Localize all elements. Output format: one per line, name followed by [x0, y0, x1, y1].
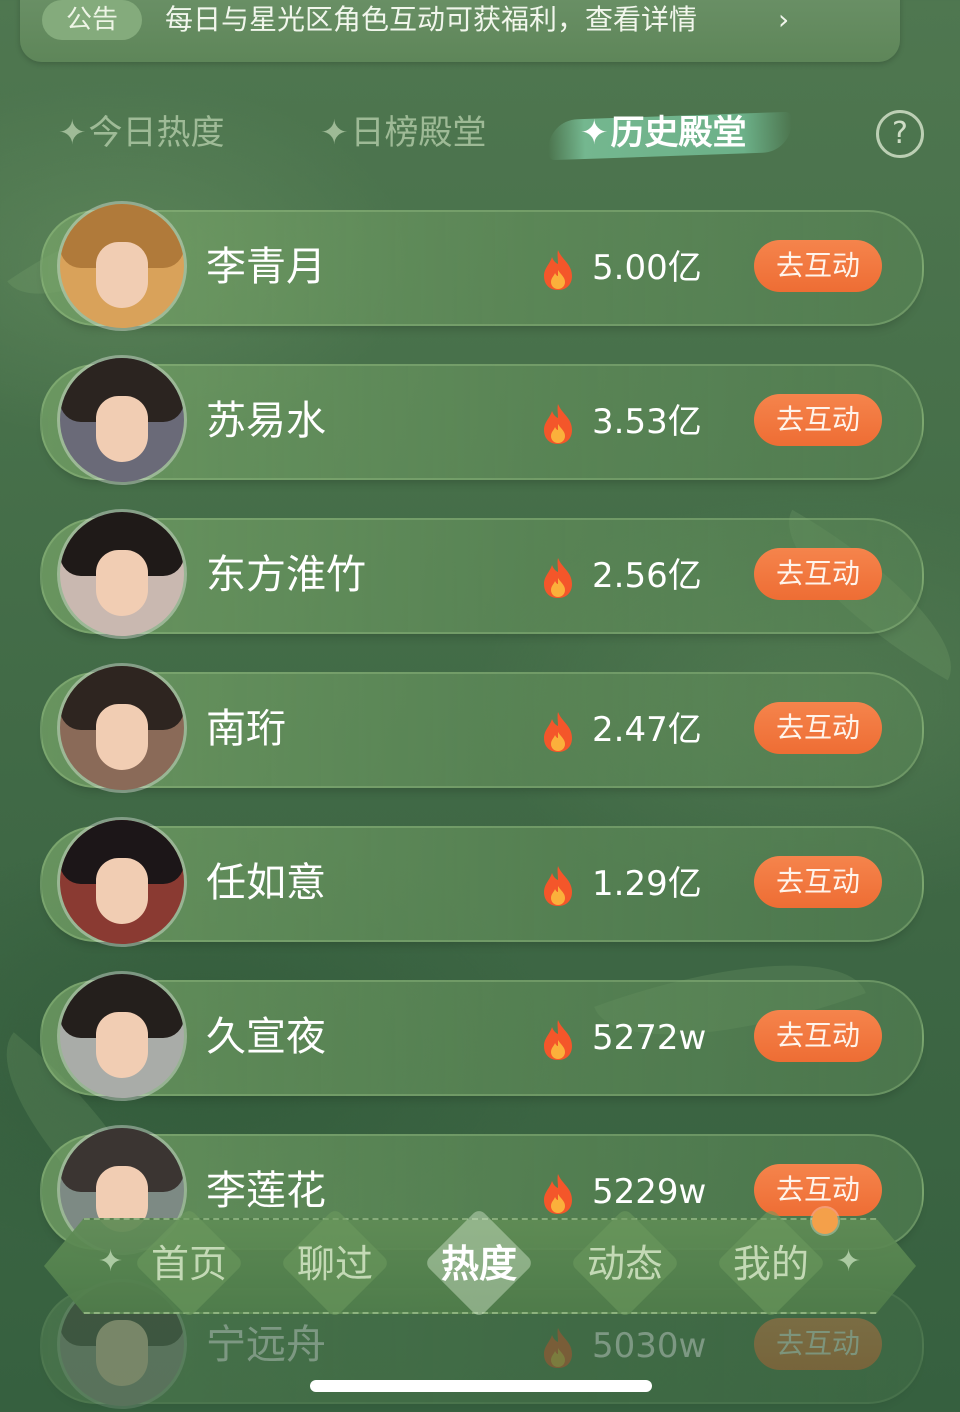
nav-home[interactable]: 首页 [124, 1207, 254, 1319]
character-name: 南珩 [206, 706, 286, 752]
sparkle-icon: ✦ [580, 113, 609, 153]
character-name: 李莲花 [206, 1168, 326, 1214]
heat-score: 2.56亿 [592, 556, 702, 596]
character-name: 东方淮竹 [206, 552, 366, 598]
tab-daily-hall[interactable]: ✦日榜殿堂 [320, 108, 487, 158]
avatar[interactable] [60, 358, 184, 482]
character-name: 宁远舟 [206, 1322, 326, 1368]
rank-row[interactable]: 苏易水 3.53亿 去互动 [40, 358, 924, 482]
heat-score: 3.53亿 [592, 402, 702, 442]
notification-dot [812, 1208, 838, 1234]
heat-score: 5229w [592, 1172, 707, 1212]
sparkle-icon: ✦ [836, 1244, 862, 1279]
announcement-tag: 公告 [42, 0, 142, 40]
avatar[interactable] [60, 512, 184, 636]
sparkle-icon: ✦ [98, 1244, 124, 1279]
interact-button[interactable]: 去互动 [754, 702, 882, 754]
fire-icon [544, 1328, 572, 1368]
interact-button[interactable]: 去互动 [754, 548, 882, 600]
nav-mine[interactable]: 我的 [706, 1207, 836, 1319]
sparkle-icon: ✦ [58, 113, 87, 153]
nav-feed[interactable]: 动态 [560, 1207, 690, 1319]
nav-heat[interactable]: 热度 [414, 1207, 544, 1319]
fire-icon [544, 404, 572, 444]
tab-history-hall[interactable]: ✦历史殿堂 [580, 108, 747, 158]
nav-chatted[interactable]: 聊过 [270, 1207, 400, 1319]
tab-today-heat[interactable]: ✦今日热度 [58, 108, 225, 158]
interact-button[interactable]: 去互动 [754, 856, 882, 908]
fire-icon [544, 1020, 572, 1060]
fire-icon [544, 250, 572, 290]
announcement-text[interactable]: 每日与星光区角色互动可获福利，查看详情 [165, 0, 697, 40]
sparkle-icon: ✦ [320, 113, 349, 153]
announcement-bar[interactable]: 公告 每日与星光区角色互动可获福利，查看详情 › [20, 0, 900, 62]
avatar[interactable] [60, 820, 184, 944]
rank-row[interactable]: 东方淮竹 2.56亿 去互动 [40, 512, 924, 636]
interact-button[interactable]: 去互动 [754, 240, 882, 292]
fire-icon [544, 866, 572, 906]
avatar[interactable] [60, 974, 184, 1098]
interact-button[interactable]: 去互动 [754, 1164, 882, 1216]
character-name: 苏易水 [206, 398, 326, 444]
interact-button[interactable]: 去互动 [754, 394, 882, 446]
rank-row[interactable]: 久宣夜 5272w 去互动 [40, 974, 924, 1098]
heat-score: 5272w [592, 1018, 707, 1058]
fire-icon [544, 558, 572, 598]
rank-row[interactable]: 李青月 5.00亿 去互动 [40, 204, 924, 328]
heat-score: 2.47亿 [592, 710, 702, 750]
character-name: 任如意 [206, 860, 326, 906]
fire-icon [544, 1174, 572, 1214]
heat-score: 5030w [592, 1326, 707, 1366]
heat-score: 5.00亿 [592, 248, 702, 288]
fire-icon [544, 712, 572, 752]
rank-row[interactable]: 南珩 2.47亿 去互动 [40, 666, 924, 790]
interact-button[interactable]: 去互动 [754, 1318, 882, 1370]
character-name: 李青月 [206, 244, 326, 290]
interact-button[interactable]: 去互动 [754, 1010, 882, 1062]
avatar[interactable] [60, 204, 184, 328]
help-icon[interactable]: ? [876, 110, 924, 158]
home-indicator[interactable] [310, 1380, 652, 1392]
heat-score: 1.29亿 [592, 864, 702, 904]
rank-row[interactable]: 任如意 1.29亿 去互动 [40, 820, 924, 944]
character-name: 久宣夜 [206, 1014, 326, 1060]
chevron-right-icon[interactable]: › [778, 0, 789, 40]
avatar[interactable] [60, 666, 184, 790]
